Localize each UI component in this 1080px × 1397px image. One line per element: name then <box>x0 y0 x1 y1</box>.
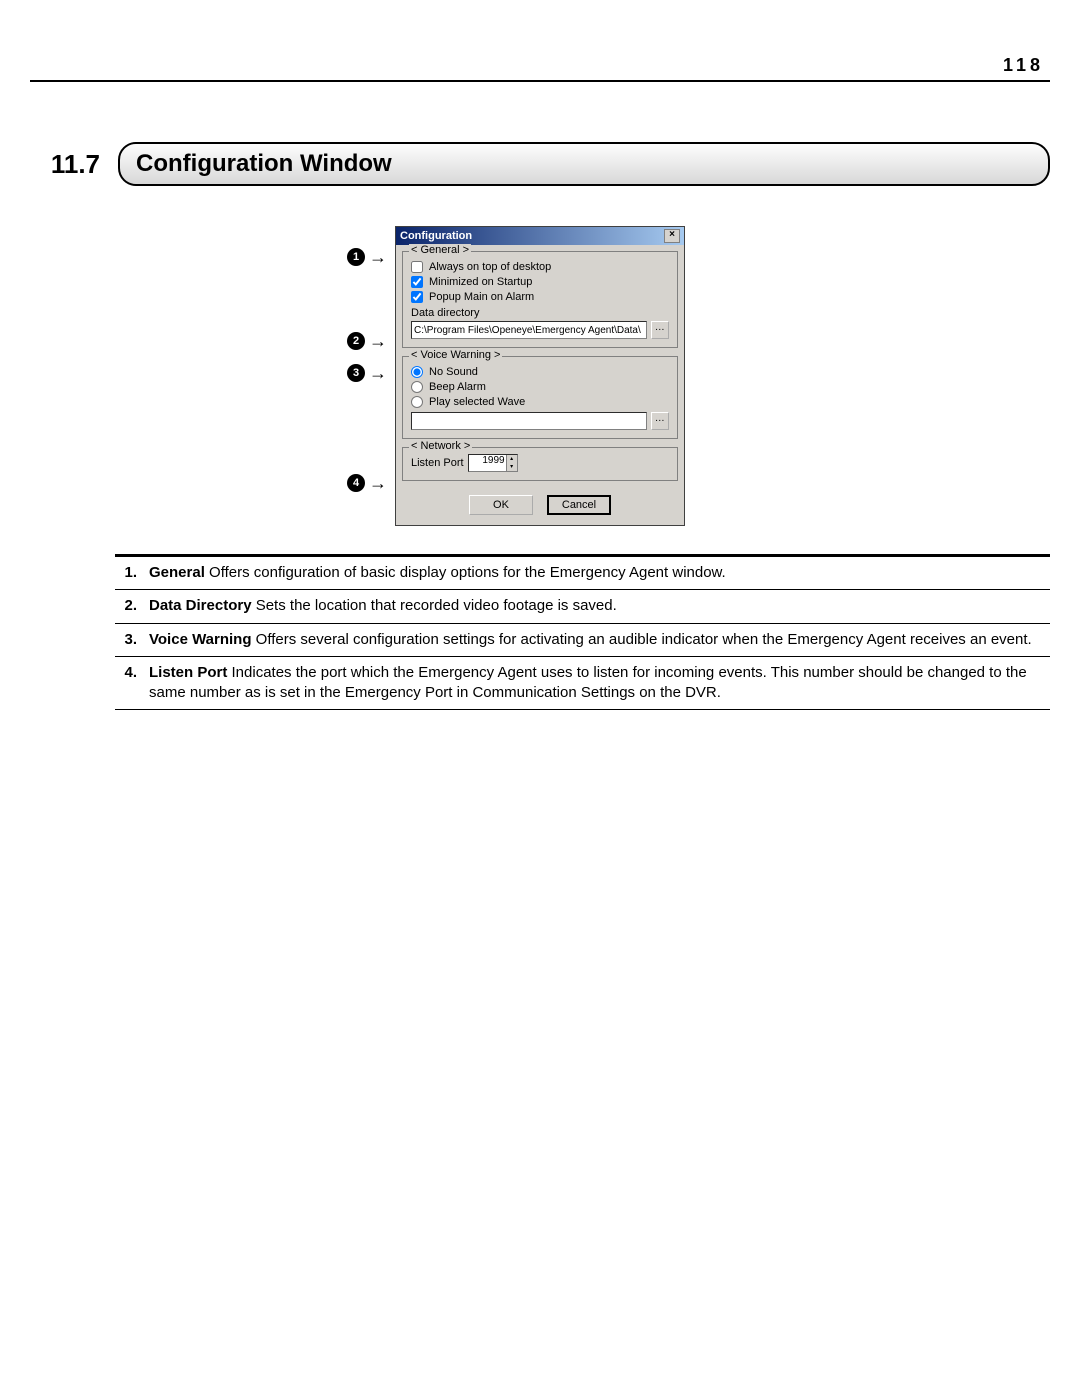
group-voice-warning: < Voice Warning > No Sound Beep Alarm Pl… <box>402 356 678 439</box>
checkbox-label: Popup Main on Alarm <box>429 291 534 303</box>
desc-number: 2. <box>115 590 143 623</box>
radio-beep-alarm[interactable]: Beep Alarm <box>411 381 669 393</box>
section-number: 11.7 <box>30 149 100 180</box>
radio-play-wave[interactable]: Play selected Wave <box>411 396 669 408</box>
radio-input[interactable] <box>411 366 423 378</box>
page-number: 118 <box>30 55 1050 76</box>
desc-text: Voice Warning Offers several configurati… <box>143 623 1050 656</box>
callout-2: 2 → <box>347 332 387 350</box>
arrow-right-icon: → <box>369 248 387 266</box>
desc-number: 1. <box>115 556 143 590</box>
dialog-title: Configuration <box>400 230 472 242</box>
checkbox-input[interactable] <box>411 276 423 288</box>
radio-label: Beep Alarm <box>429 381 486 393</box>
table-row: 3. Voice Warning Offers several configur… <box>115 623 1050 656</box>
callout-4: 4 → <box>347 474 387 492</box>
desc-number: 3. <box>115 623 143 656</box>
data-directory-label: Data directory <box>411 307 669 319</box>
radio-input[interactable] <box>411 396 423 408</box>
section-heading: 11.7 Configuration Window <box>30 142 1050 186</box>
checkbox-popup-main[interactable]: Popup Main on Alarm <box>411 291 669 303</box>
group-general-label: < General > <box>409 244 471 256</box>
desc-number: 4. <box>115 656 143 710</box>
radio-label: No Sound <box>429 366 478 378</box>
desc-text: Data Directory Sets the location that re… <box>143 590 1050 623</box>
wave-path-input[interactable] <box>411 412 647 430</box>
group-general: < General > Always on top of desktop Min… <box>402 251 678 348</box>
group-network: < Network > Listen Port 1999 <box>402 447 678 481</box>
checkbox-label: Minimized on Startup <box>429 276 532 288</box>
cancel-button[interactable]: Cancel <box>547 495 611 515</box>
table-row: 1. General Offers configuration of basic… <box>115 556 1050 590</box>
callout-bubble: 1 <box>347 248 365 266</box>
browse-button[interactable]: … <box>651 321 669 339</box>
close-icon[interactable]: × <box>664 229 680 243</box>
callout-1: 1 → <box>347 248 387 266</box>
table-row: 4. Listen Port Indicates the port which … <box>115 656 1050 710</box>
arrow-right-icon: → <box>369 364 387 382</box>
configuration-dialog: Configuration × < General > Always on to… <box>395 226 685 526</box>
ok-button[interactable]: OK <box>469 495 533 515</box>
listen-port-stepper[interactable]: 1999 <box>468 454 518 472</box>
configuration-screenshot: 1 → 2 → 3 → 4 → Configuration × <box>395 226 685 526</box>
listen-port-label: Listen Port <box>411 457 464 469</box>
description-table: 1. General Offers configuration of basic… <box>115 554 1050 710</box>
callout-bubble: 4 <box>347 474 365 492</box>
desc-text: Listen Port Indicates the port which the… <box>143 656 1050 710</box>
checkbox-always-on-top[interactable]: Always on top of desktop <box>411 261 669 273</box>
checkbox-minimized-startup[interactable]: Minimized on Startup <box>411 276 669 288</box>
header-rule <box>30 80 1050 82</box>
arrow-right-icon: → <box>369 474 387 492</box>
callout-bubble: 2 <box>347 332 365 350</box>
checkbox-label: Always on top of desktop <box>429 261 551 273</box>
callout-bubble: 3 <box>347 364 365 382</box>
checkbox-input[interactable] <box>411 261 423 273</box>
radio-no-sound[interactable]: No Sound <box>411 366 669 378</box>
table-row: 2. Data Directory Sets the location that… <box>115 590 1050 623</box>
radio-label: Play selected Wave <box>429 396 525 408</box>
group-voice-label: < Voice Warning > <box>409 349 502 361</box>
checkbox-input[interactable] <box>411 291 423 303</box>
browse-wave-button[interactable]: … <box>651 412 669 430</box>
radio-input[interactable] <box>411 381 423 393</box>
arrow-right-icon: → <box>369 332 387 350</box>
data-directory-input[interactable] <box>411 321 647 339</box>
group-network-label: < Network > <box>409 440 472 452</box>
dialog-titlebar: Configuration × <box>396 227 684 245</box>
desc-text: General Offers configuration of basic di… <box>143 556 1050 590</box>
callout-3: 3 → <box>347 364 387 382</box>
section-title: Configuration Window <box>118 142 1050 186</box>
